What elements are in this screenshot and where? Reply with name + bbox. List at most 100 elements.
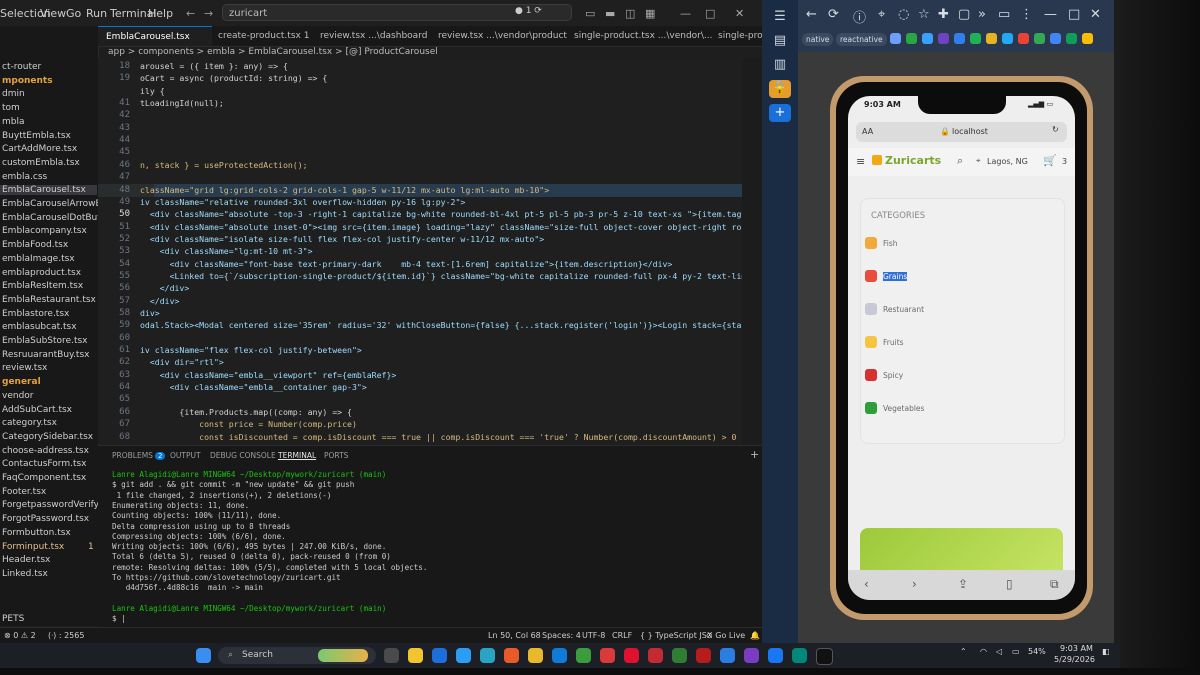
explorer-item[interactable]: Footer.tsx bbox=[2, 487, 46, 497]
explorer-item[interactable]: ForgetpasswordVerify.tsx bbox=[2, 500, 98, 510]
explorer-item[interactable]: mbla bbox=[2, 117, 25, 127]
star-icon[interactable]: ☆ bbox=[918, 7, 930, 22]
x-icon[interactable] bbox=[816, 648, 833, 665]
menu-go[interactable]: Go bbox=[66, 7, 81, 20]
explorer-item[interactable]: Emblastore.tsx bbox=[2, 309, 69, 319]
status-position[interactable]: Ln 50, Col 68 bbox=[488, 631, 541, 640]
forward-arrow-icon[interactable]: → bbox=[204, 7, 213, 20]
app-icon-5[interactable] bbox=[480, 648, 495, 663]
minimize-icon[interactable]: — bbox=[680, 7, 691, 20]
explorer-item[interactable]: EmblaCarouselDotButton... bbox=[2, 213, 98, 223]
status-ports[interactable]: (ᐧ) : 2565 bbox=[48, 631, 84, 640]
category-item[interactable]: Fruits bbox=[865, 336, 904, 348]
menu-run[interactable]: Run bbox=[86, 7, 107, 20]
explorer-item[interactable]: Header.tsx bbox=[2, 555, 50, 565]
browser-maximize-icon[interactable]: □ bbox=[1068, 7, 1080, 22]
vscode-icon[interactable] bbox=[552, 648, 567, 663]
app-icon-10[interactable] bbox=[600, 648, 615, 663]
app-icon-9[interactable] bbox=[576, 648, 591, 663]
explorer-item[interactable]: ct-router bbox=[2, 62, 41, 72]
tray-chevron-icon[interactable]: ⌃ bbox=[960, 647, 967, 656]
menu-dots-icon[interactable]: ⋮ bbox=[1020, 7, 1033, 22]
new-terminal-icon[interactable]: + bbox=[750, 448, 759, 461]
tab-debug-console[interactable]: DEBUG CONSOLE bbox=[210, 451, 276, 460]
minimap[interactable] bbox=[742, 58, 762, 444]
category-item[interactable]: Restuarant bbox=[865, 303, 924, 315]
explorer-item[interactable]: customEmbla.tsx bbox=[2, 158, 80, 168]
app-icon-11[interactable] bbox=[624, 648, 639, 663]
hamburger-icon[interactable]: ≡ bbox=[856, 155, 865, 168]
explorer-item[interactable]: emblaImage.tsx bbox=[2, 254, 75, 264]
bookmark-ext6-icon[interactable] bbox=[1002, 33, 1013, 44]
share-icon[interactable]: ⇪ bbox=[958, 577, 968, 591]
mobile-forward-icon[interactable]: › bbox=[912, 577, 917, 591]
site-info-icon[interactable]: ⓘ bbox=[853, 7, 866, 26]
category-item[interactable]: Vegetables bbox=[865, 402, 924, 414]
menu-view[interactable]: View bbox=[40, 7, 66, 20]
bookmark-native[interactable]: native bbox=[802, 33, 834, 46]
volume-icon[interactable]: ◁ bbox=[996, 647, 1002, 656]
explorer-app-icon[interactable] bbox=[408, 648, 423, 663]
chrome-icon[interactable] bbox=[528, 648, 543, 663]
explorer-item[interactable]: embla.css bbox=[2, 172, 47, 182]
explorer-item[interactable]: tom bbox=[2, 103, 20, 113]
clock-time[interactable]: 9:03 AM bbox=[1060, 644, 1093, 653]
window-icon[interactable]: ▭ bbox=[998, 7, 1010, 22]
location-label[interactable]: Lagos, NG bbox=[987, 157, 1028, 166]
facebook-icon[interactable] bbox=[768, 648, 783, 663]
editor-tab[interactable]: review.tsx ...\vendor\product bbox=[430, 26, 572, 46]
explorer-item[interactable]: CategorySidebar.tsx bbox=[2, 432, 93, 442]
reload-icon[interactable]: ⟳ bbox=[828, 7, 839, 22]
explorer-item[interactable]: ContactusForm.tsx bbox=[2, 459, 87, 469]
git-status[interactable]: ● 1 ⟳ bbox=[515, 6, 542, 16]
status-language[interactable]: { } TypeScript JSX bbox=[640, 631, 712, 640]
tab-output[interactable]: OUTPUT bbox=[170, 451, 201, 460]
explorer-item[interactable]: Linked.tsx bbox=[2, 569, 48, 579]
explorer-item[interactable]: FaqComponent.tsx bbox=[2, 473, 86, 483]
code-editor[interactable]: 18 arousel = ({ item }: any) => {19 oCart … bbox=[98, 58, 762, 444]
explorer-item[interactable]: EmblaCarousel.tsx bbox=[0, 185, 97, 196]
explorer-item[interactable]: EmblaFood.tsx bbox=[2, 240, 68, 250]
bookmark-ext11-icon[interactable] bbox=[1082, 33, 1093, 44]
app-icon-16[interactable] bbox=[744, 648, 759, 663]
browser-close-icon[interactable]: ✕ bbox=[1090, 7, 1101, 22]
explorer-item[interactable]: vendor bbox=[2, 391, 34, 401]
category-item[interactable]: Fish bbox=[865, 237, 898, 249]
explorer-item[interactable]: EmblaSubStore.tsx bbox=[2, 336, 88, 346]
editor-tab[interactable]: single-produ bbox=[710, 26, 762, 46]
panel-icon[interactable]: ▬ bbox=[605, 7, 615, 20]
bookmark-ext8-icon[interactable] bbox=[1034, 33, 1045, 44]
text-size-button[interactable]: AA bbox=[862, 127, 873, 136]
new-tab-icon[interactable]: + bbox=[769, 104, 791, 122]
app-icon-15[interactable] bbox=[720, 648, 735, 663]
status-spaces[interactable]: Spaces: 4 bbox=[542, 631, 581, 640]
explorer-item[interactable]: EmblaRestaurant.tsx bbox=[2, 295, 96, 305]
clock-date[interactable]: 5/29/2026 bbox=[1054, 655, 1095, 664]
side-tab-icon[interactable]: ▥ bbox=[769, 56, 791, 74]
status-encoding[interactable]: UTF-8 bbox=[582, 631, 605, 640]
bookmark-ext-icon[interactable] bbox=[922, 33, 933, 44]
maximize-icon[interactable]: □ bbox=[705, 7, 715, 20]
notification-icon[interactable]: ◧ bbox=[1102, 647, 1110, 656]
store-app-icon[interactable] bbox=[432, 648, 447, 663]
status-problems[interactable]: ⊗ 0 ⚠ 2 bbox=[4, 631, 36, 640]
mobile-reload-icon[interactable]: ↻ bbox=[1052, 125, 1059, 134]
explorer-item[interactable]: emblasubcat.tsx bbox=[2, 322, 77, 332]
back-icon[interactable]: ← bbox=[806, 7, 817, 22]
browser-minimize-icon[interactable]: — bbox=[1044, 7, 1057, 22]
menu-help[interactable]: Help bbox=[148, 7, 173, 20]
tab-search-icon[interactable]: ▢ bbox=[958, 7, 970, 22]
app-icon-4[interactable] bbox=[456, 648, 471, 663]
explorer-item[interactable]: mponents bbox=[2, 76, 53, 86]
explorer-item[interactable]: ForgotPassword.tsx bbox=[2, 514, 89, 524]
split-icon[interactable]: ◫ bbox=[625, 7, 635, 20]
app-icon-13[interactable] bbox=[672, 648, 687, 663]
explorer-item[interactable]: category.tsx bbox=[2, 418, 57, 428]
vertical-tab-icon[interactable]: ▤ bbox=[769, 32, 791, 50]
app-icon-12[interactable] bbox=[648, 648, 663, 663]
location-icon[interactable]: ⌖ bbox=[878, 7, 885, 22]
tab-terminal[interactable]: TERMINAL bbox=[278, 451, 316, 460]
bookmark-reactnative[interactable]: reactnative bbox=[836, 33, 887, 46]
bookmarks-icon[interactable]: ▯ bbox=[1006, 577, 1013, 591]
bookmark-ext9-icon[interactable] bbox=[1050, 33, 1061, 44]
